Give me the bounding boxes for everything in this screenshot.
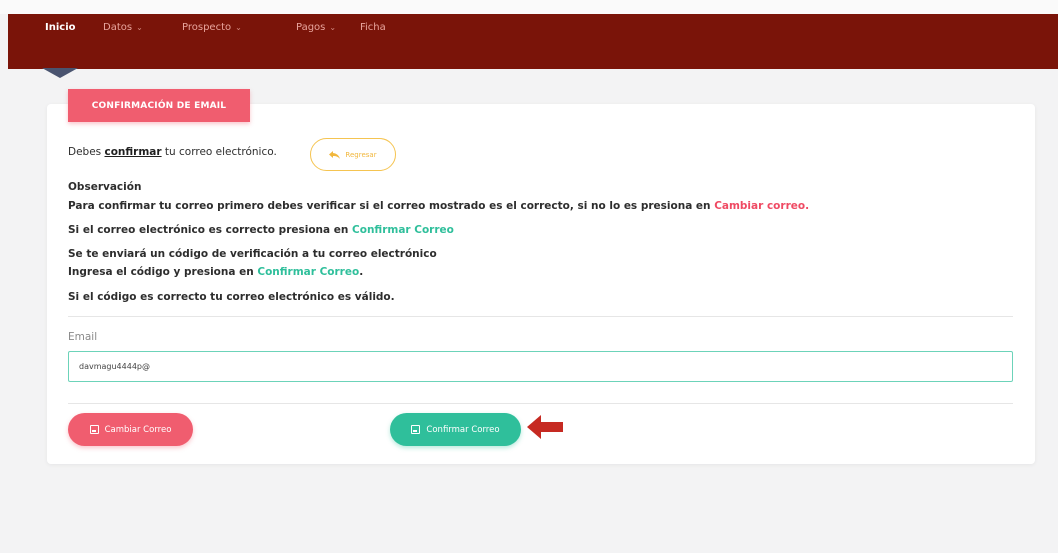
confirm-link[interactable]: confirmar (104, 146, 161, 158)
top-navbar (8, 14, 1058, 69)
confirm-email-link[interactable]: Confirmar Correo (352, 224, 454, 236)
observation-title: Observación (68, 181, 142, 193)
change-email-button[interactable]: Cambiar Correo (68, 413, 193, 446)
confirm-email-button[interactable]: Confirmar Correo (390, 413, 521, 446)
floppy-disk-icon (89, 425, 99, 434)
intro-text: Debes confirmar tu correo electrónico. (68, 146, 277, 158)
left-arrow-icon (527, 415, 563, 439)
confirm-email-link-2[interactable]: Confirmar Correo (257, 266, 359, 278)
chevron-down-icon: ⌄ (329, 23, 337, 32)
nav-item-prospecto[interactable]: Prospecto ⌄ (182, 22, 242, 33)
nav-item-datos[interactable]: Datos ⌄ (103, 22, 143, 33)
observation-line-3: Se te enviará un código de verificación … (68, 248, 437, 260)
nav-item-ficha[interactable]: Ficha (360, 22, 386, 33)
divider-bottom (68, 403, 1013, 404)
chevron-down-icon: ⌄ (235, 23, 242, 32)
reply-arrow-icon (329, 150, 341, 159)
divider-top (68, 316, 1013, 317)
email-confirmation-card (47, 104, 1035, 464)
email-label: Email (68, 331, 98, 343)
observation-line-1: Para confirmar tu correo primero debes v… (68, 200, 810, 212)
back-button[interactable]: Regresar (310, 138, 396, 171)
change-email-link[interactable]: Cambiar correo. (714, 200, 809, 212)
browser-top-strip (0, 0, 1058, 14)
chevron-down-icon: ⌄ (136, 23, 143, 32)
nav-active-indicator (42, 68, 78, 78)
observation-line-2: Si el correo electrónico es correcto pre… (68, 224, 454, 236)
card-header-badge: CONFIRMACIÓN DE EMAIL (68, 89, 250, 122)
floppy-disk-icon (411, 425, 421, 434)
nav-item-inicio[interactable]: Inicio (45, 22, 76, 33)
observation-line-5: Si el código es correcto tu correo elect… (68, 291, 395, 303)
nav-item-pagos[interactable]: Pagos ⌄ (296, 22, 336, 33)
observation-line-4: Ingresa el código y presiona en Confirma… (68, 266, 364, 278)
email-input[interactable] (68, 351, 1013, 382)
